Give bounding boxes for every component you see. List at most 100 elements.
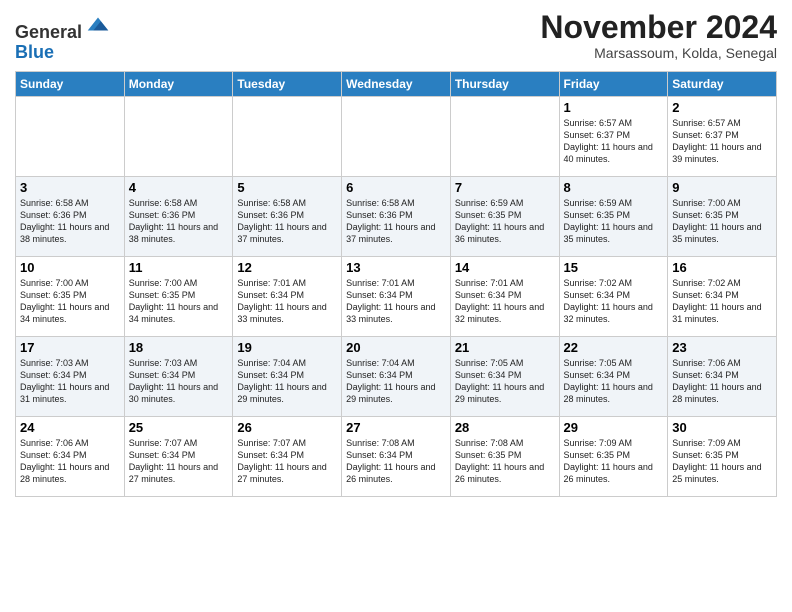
logo: General Blue [15,10,112,63]
calendar-cell: 13Sunrise: 7:01 AMSunset: 6:34 PMDayligh… [342,256,451,336]
day-number: 28 [455,420,555,435]
location-subtitle: Marsassoum, Kolda, Senegal [540,45,777,61]
day-info: Sunrise: 7:00 AMSunset: 6:35 PMDaylight:… [129,277,229,326]
day-info: Sunrise: 6:57 AMSunset: 6:37 PMDaylight:… [672,117,772,166]
day-number: 19 [237,340,337,355]
day-number: 5 [237,180,337,195]
day-info: Sunrise: 7:01 AMSunset: 6:34 PMDaylight:… [455,277,555,326]
day-info: Sunrise: 6:58 AMSunset: 6:36 PMDaylight:… [129,197,229,246]
calendar-cell [450,96,559,176]
day-number: 4 [129,180,229,195]
calendar-table: SundayMondayTuesdayWednesdayThursdayFrid… [15,71,777,497]
calendar-cell: 12 Sunrise: 7:01 AMSunset: 6:34 PMDayligh… [233,256,342,336]
calendar-cell: 22 Sunrise: 7:05 AMSunset: 6:34 PMDayligh… [559,336,668,416]
title-block: November 2024 Marsassoum, Kolda, Senegal [540,10,777,61]
calendar-cell [342,96,451,176]
calendar-cell: 5 Sunrise: 6:58 AMSunset: 6:36 PMDaylight… [233,176,342,256]
weekday-header-thursday: Thursday [450,71,559,96]
day-number: 23 [672,340,772,355]
calendar-cell: 21Sunrise: 7:05 AMSunset: 6:34 PMDayligh… [450,336,559,416]
day-number: 21 [455,340,555,355]
day-number: 18 [129,340,229,355]
calendar-week-4: 17 Sunrise: 7:03 AMSunset: 6:34 PMDayligh… [16,336,777,416]
calendar-cell: 9 Sunrise: 7:00 AMSunset: 6:35 PMDaylight… [668,176,777,256]
day-number: 29 [564,420,664,435]
day-number: 11 [129,260,229,275]
calendar-cell: 7 Sunrise: 6:59 AMSunset: 6:35 PMDaylight… [450,176,559,256]
day-number: 9 [672,180,772,195]
day-number: 17 [20,340,120,355]
day-info: Sunrise: 7:01 AMSunset: 6:34 PMDaylight:… [237,277,337,326]
calendar-cell: 10 Sunrise: 7:00 AMSunset: 6:35 PMDayligh… [16,256,125,336]
day-number: 1 [564,100,664,115]
day-info: Sunrise: 7:06 AMSunset: 6:34 PMDaylight:… [672,357,772,406]
day-info: Sunrise: 7:00 AMSunset: 6:35 PMDaylight:… [20,277,120,326]
weekday-header-tuesday: Tuesday [233,71,342,96]
logo-general: General [15,22,82,42]
calendar-cell: 6 Sunrise: 6:58 AMSunset: 6:36 PMDaylight… [342,176,451,256]
calendar-cell: 29Sunrise: 7:09 AMSunset: 6:35 PMDayligh… [559,416,668,496]
month-title: November 2024 [540,10,777,45]
calendar-cell: 1 Sunrise: 6:57 AMSunset: 6:37 PMDaylight… [559,96,668,176]
day-number: 14 [455,260,555,275]
day-number: 6 [346,180,446,195]
calendar-cell [16,96,125,176]
day-info: Sunrise: 7:06 AMSunset: 6:34 PMDaylight:… [20,437,120,486]
day-info: Sunrise: 7:07 AMSunset: 6:34 PMDaylight:… [129,437,229,486]
day-info: Sunrise: 7:03 AMSunset: 6:34 PMDaylight:… [20,357,120,406]
day-info: Sunrise: 6:58 AMSunset: 6:36 PMDaylight:… [237,197,337,246]
day-info: Sunrise: 7:09 AMSunset: 6:35 PMDaylight:… [672,437,772,486]
day-number: 13 [346,260,446,275]
day-number: 12 [237,260,337,275]
day-number: 20 [346,340,446,355]
calendar-cell: 25Sunrise: 7:07 AMSunset: 6:34 PMDayligh… [124,416,233,496]
day-number: 8 [564,180,664,195]
day-info: Sunrise: 7:05 AMSunset: 6:34 PMDaylight:… [564,357,664,406]
day-info: Sunrise: 6:58 AMSunset: 6:36 PMDaylight:… [20,197,120,246]
day-number: 10 [20,260,120,275]
day-info: Sunrise: 7:02 AMSunset: 6:34 PMDaylight:… [672,277,772,326]
calendar-cell: 28 Sunrise: 7:08 AMSunset: 6:35 PMDayligh… [450,416,559,496]
day-info: Sunrise: 6:57 AMSunset: 6:37 PMDaylight:… [564,117,664,166]
day-number: 16 [672,260,772,275]
page-header: General Blue November 2024 Marsassoum, K… [15,10,777,63]
day-info: Sunrise: 7:08 AMSunset: 6:35 PMDaylight:… [455,437,555,486]
calendar-cell: 16 Sunrise: 7:02 AMSunset: 6:34 PMDayligh… [668,256,777,336]
weekday-header-sunday: Sunday [16,71,125,96]
calendar-cell: 2Sunrise: 6:57 AMSunset: 6:37 PMDaylight… [668,96,777,176]
weekday-header-monday: Monday [124,71,233,96]
calendar-cell: 23 Sunrise: 7:06 AMSunset: 6:34 PMDayligh… [668,336,777,416]
day-info: Sunrise: 7:07 AMSunset: 6:34 PMDaylight:… [237,437,337,486]
weekday-header-friday: Friday [559,71,668,96]
calendar-week-5: 24Sunrise: 7:06 AMSunset: 6:34 PMDayligh… [16,416,777,496]
calendar-cell: 11 Sunrise: 7:00 AMSunset: 6:35 PMDayligh… [124,256,233,336]
logo-blue: Blue [15,42,54,62]
weekday-header-saturday: Saturday [668,71,777,96]
calendar-cell: 26Sunrise: 7:07 AMSunset: 6:34 PMDayligh… [233,416,342,496]
weekday-header-wednesday: Wednesday [342,71,451,96]
day-info: Sunrise: 7:04 AMSunset: 6:34 PMDaylight:… [237,357,337,406]
calendar-body: 1 Sunrise: 6:57 AMSunset: 6:37 PMDaylight… [16,96,777,496]
calendar-week-3: 10 Sunrise: 7:00 AMSunset: 6:35 PMDayligh… [16,256,777,336]
calendar-cell: 4 Sunrise: 6:58 AMSunset: 6:36 PMDaylight… [124,176,233,256]
calendar-cell: 14 Sunrise: 7:01 AMSunset: 6:34 PMDayligh… [450,256,559,336]
day-number: 30 [672,420,772,435]
calendar-week-2: 3 Sunrise: 6:58 AMSunset: 6:36 PMDaylight… [16,176,777,256]
day-info: Sunrise: 7:02 AMSunset: 6:34 PMDaylight:… [564,277,664,326]
day-number: 3 [20,180,120,195]
calendar-cell: 24Sunrise: 7:06 AMSunset: 6:34 PMDayligh… [16,416,125,496]
day-number: 22 [564,340,664,355]
calendar-cell: 8 Sunrise: 6:59 AMSunset: 6:35 PMDaylight… [559,176,668,256]
day-number: 15 [564,260,664,275]
day-number: 7 [455,180,555,195]
calendar-cell: 20Sunrise: 7:04 AMSunset: 6:34 PMDayligh… [342,336,451,416]
day-info: Sunrise: 7:08 AMSunset: 6:34 PMDaylight:… [346,437,446,486]
calendar-cell [124,96,233,176]
calendar-cell: 3 Sunrise: 6:58 AMSunset: 6:36 PMDaylight… [16,176,125,256]
day-info: Sunrise: 7:00 AMSunset: 6:35 PMDaylight:… [672,197,772,246]
calendar-header-row: SundayMondayTuesdayWednesdayThursdayFrid… [16,71,777,96]
day-info: Sunrise: 6:59 AMSunset: 6:35 PMDaylight:… [455,197,555,246]
day-info: Sunrise: 6:59 AMSunset: 6:35 PMDaylight:… [564,197,664,246]
calendar-cell: 17 Sunrise: 7:03 AMSunset: 6:34 PMDayligh… [16,336,125,416]
day-info: Sunrise: 6:58 AMSunset: 6:36 PMDaylight:… [346,197,446,246]
